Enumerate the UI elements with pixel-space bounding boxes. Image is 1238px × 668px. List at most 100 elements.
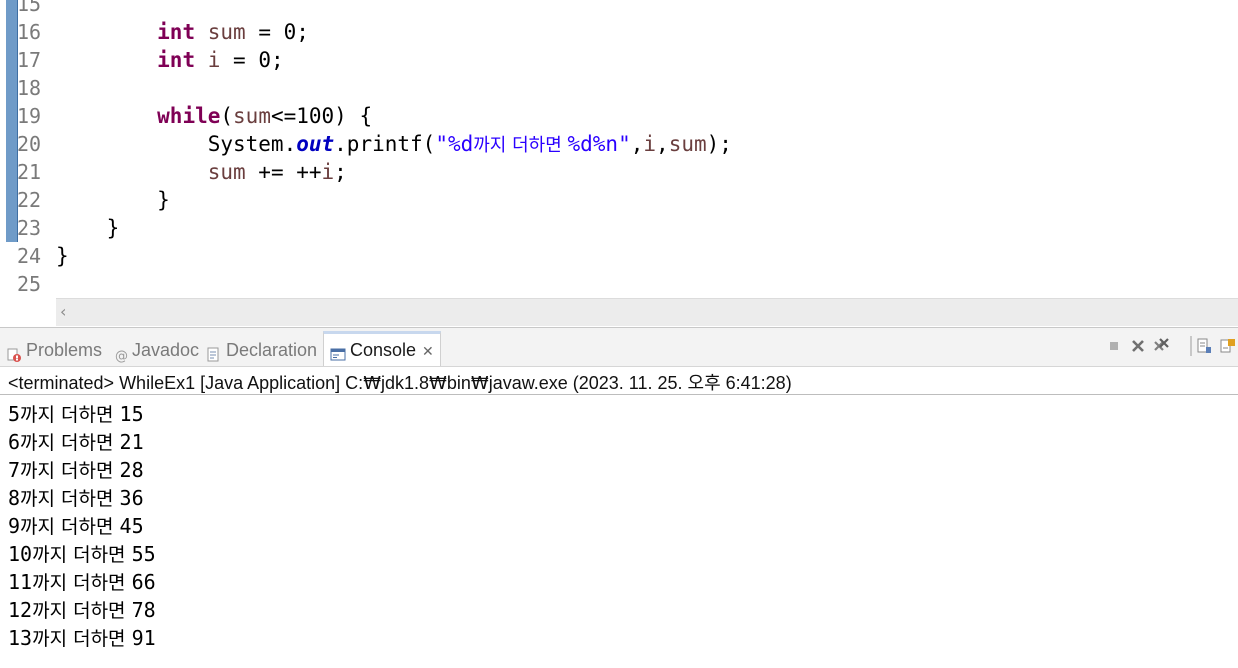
console-line: 12까지 더하면 78 — [8, 596, 156, 624]
console-line-sum: 78 — [131, 598, 156, 622]
code-token: } — [56, 216, 120, 240]
console-line-count: 5 — [8, 402, 21, 426]
status-divider — [0, 394, 1238, 395]
views-panel: Problems @ Javadoc Declaration Console ✕ — [0, 327, 1238, 668]
console-line-sum: 15 — [119, 402, 144, 426]
tab-problems[interactable]: Problems — [6, 334, 102, 366]
code-token: i — [321, 160, 335, 184]
code-token: while — [157, 104, 221, 128]
code-token: , — [656, 132, 669, 156]
code-token: += ++ — [245, 160, 322, 184]
scroll-left-icon[interactable]: ‹ — [60, 302, 66, 321]
console-line: 8까지 더하면 36 — [8, 484, 144, 512]
console-line-text: 까지 더하면 — [20, 432, 120, 454]
pin-console-icon[interactable] — [1218, 336, 1238, 356]
console-line-count: 13 — [8, 626, 33, 650]
tab-console[interactable]: Console ✕ — [323, 331, 441, 366]
line-number: 22 — [17, 188, 42, 212]
code-token: int — [157, 20, 196, 44]
console-line-count: 6 — [8, 430, 21, 454]
console-line-sum: 66 — [131, 570, 156, 594]
code-token: ); — [706, 132, 732, 156]
close-icon[interactable]: ✕ — [422, 343, 434, 359]
console-line-text: 까지 더하면 — [20, 488, 120, 510]
console-line-count: 9 — [8, 514, 21, 538]
console-line-text: 까지 더하면 — [20, 404, 120, 426]
code-line[interactable]: } — [56, 186, 170, 214]
code-token: sum — [207, 20, 246, 44]
console-line-count: 7 — [8, 458, 21, 482]
code-token: = 0; — [245, 20, 309, 44]
console-line-count: 12 — [8, 598, 33, 622]
console-line: 7까지 더하면 28 — [8, 456, 144, 484]
code-line[interactable]: System.out.printf("%d까지 더하면 %d%n",i,sum)… — [56, 130, 732, 158]
scroll-lock-icon[interactable] — [1194, 336, 1214, 356]
javadoc-icon: @ — [114, 341, 128, 364]
console-line-count: 8 — [8, 486, 21, 510]
tab-declaration[interactable]: Declaration — [206, 334, 317, 366]
console-icon — [330, 341, 346, 361]
toolbar-separator — [1190, 336, 1192, 356]
console-line-sum: 21 — [119, 430, 144, 454]
line-number: 18 — [17, 76, 42, 100]
declaration-icon — [206, 341, 222, 362]
console-line-sum: 36 — [119, 486, 144, 510]
remove-all-terminated-icon[interactable] — [1152, 336, 1172, 356]
code-token: sum — [233, 104, 271, 128]
console-status-line: <terminated> WhileEx1 [Java Application]… — [8, 369, 792, 395]
console-line: 5까지 더하면 15 — [8, 400, 144, 428]
console-line-count: 11 — [8, 570, 33, 594]
code-editor[interactable]: 15 16 17 18 19 20 21 22 23 24 25 int sum = 0; int … — [0, 0, 1238, 326]
console-line: 6까지 더하면 21 — [8, 428, 144, 456]
code-line[interactable]: int sum = 0; — [56, 18, 309, 46]
status-prefix: <terminated> WhileEx1 [Java Application]… — [8, 373, 364, 393]
code-token: 까지 더하면 — [473, 135, 568, 156]
console-line-sum: 28 — [119, 458, 144, 482]
svg-text:@: @ — [115, 349, 128, 363]
code-token: sum — [668, 132, 707, 156]
code-token: ; — [334, 160, 347, 184]
code-token: = 0; — [220, 48, 284, 72]
code-line[interactable]: while(sum<=100) { — [56, 102, 372, 130]
code-line[interactable]: } — [56, 242, 69, 270]
console-line-text: 까지 더하면 — [32, 628, 132, 650]
tab-console-label: Console — [350, 340, 417, 360]
line-number: 24 — [17, 244, 42, 268]
path-separator: ₩ — [363, 373, 381, 394]
remove-launch-icon[interactable] — [1128, 336, 1148, 356]
line-number: 19 — [17, 104, 42, 128]
path-part: javaw.exe — [488, 373, 568, 393]
terminate-icon[interactable] — [1104, 336, 1124, 356]
console-line: 13까지 더하면 91 — [8, 624, 156, 652]
code-token: } — [56, 188, 170, 212]
code-token: System. — [56, 132, 297, 156]
code-token: , — [630, 132, 644, 156]
code-token: %d%n" — [567, 132, 631, 156]
console-line-sum: 91 — [131, 626, 156, 650]
line-number: 25 — [17, 272, 42, 296]
line-number: 20 — [17, 132, 42, 156]
line-number: 21 — [17, 160, 42, 184]
console-line-count: 10 — [8, 542, 33, 566]
path-part: jdk1.8 — [381, 373, 430, 393]
horizontal-scrollbar[interactable]: ‹ — [56, 298, 1238, 326]
code-token: .printf( — [334, 132, 436, 156]
console-line: 10까지 더하면 55 — [8, 540, 156, 568]
code-line[interactable]: sum += ++i; — [56, 158, 347, 186]
tab-javadoc[interactable]: @ Javadoc — [114, 334, 199, 366]
code-token: ( — [220, 104, 234, 128]
console-line-text: 까지 더하면 — [20, 460, 120, 482]
console-line-text: 까지 더하면 — [20, 516, 120, 538]
code-line[interactable]: int i = 0; — [56, 46, 284, 74]
console-line-text: 까지 더하면 — [32, 572, 132, 594]
view-tab-bar: Problems @ Javadoc Declaration Console ✕ — [0, 328, 1238, 367]
code-line[interactable]: } — [56, 214, 120, 242]
code-token: "%d — [435, 132, 474, 156]
console-line: 11까지 더하면 66 — [8, 568, 156, 596]
tab-problems-label: Problems — [26, 340, 103, 360]
